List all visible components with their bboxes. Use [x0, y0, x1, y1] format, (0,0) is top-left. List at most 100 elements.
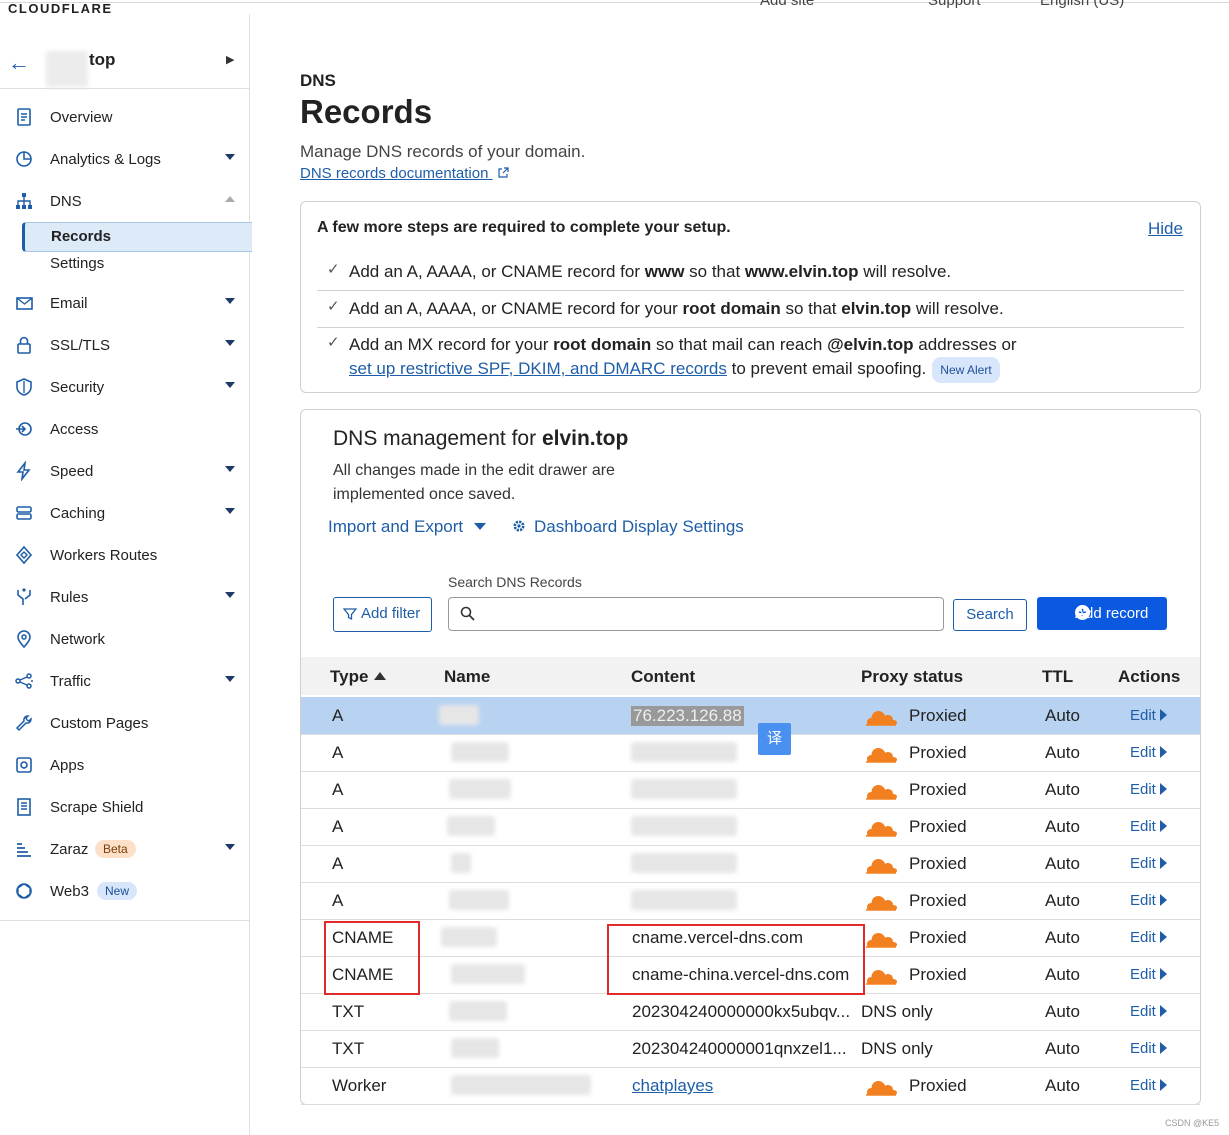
edit-record-button[interactable]: Edit	[1130, 1003, 1167, 1020]
chevron-up-icon[interactable]	[225, 196, 235, 202]
sidebar-item-label: Apps	[50, 757, 85, 774]
support-link[interactable]: Support	[928, 0, 981, 9]
proxy-status[interactable]: Proxied	[864, 779, 1004, 801]
content-redacted	[631, 816, 737, 836]
dns-record-row[interactable]: A Proxied Auto Edit	[301, 882, 1200, 920]
sidebar-item-label: Scrape Shield	[50, 799, 144, 816]
chevron-right-icon	[1159, 1042, 1167, 1054]
proxy-status[interactable]: Proxied	[864, 890, 1004, 912]
sidebar-item-scrape-shield[interactable]: Scrape Shield	[0, 793, 249, 823]
dns-record-row[interactable]: A 76.223.126.88 Proxied Auto Edit	[301, 697, 1200, 735]
sort-ascending-icon	[374, 672, 387, 680]
dns-record-row[interactable]: TXT 202304240000000kx5ubqv... DNS only Auto…	[301, 993, 1200, 1031]
edit-record-button[interactable]: Edit	[1130, 781, 1167, 798]
sidebar-item-rules[interactable]: Rules	[0, 583, 249, 613]
edit-record-button[interactable]: Edit	[1130, 744, 1167, 761]
content-redacted	[631, 742, 737, 762]
edit-record-button[interactable]: Edit	[1130, 707, 1167, 724]
proxy-status-column-header[interactable]: Proxy status	[861, 667, 963, 687]
sidebar-item-ssl-tls[interactable]: SSL/TLS	[0, 331, 249, 361]
add-site-link[interactable]: Add site	[760, 0, 814, 9]
sidebar-item-label: Network	[50, 631, 106, 648]
dashboard-display-settings[interactable]: Dashboard Display Settings	[512, 517, 744, 537]
dns-docs-link[interactable]: DNS records documentation	[300, 165, 509, 182]
domain-name[interactable]: top	[89, 50, 115, 70]
ttl-column-header[interactable]: TTL	[1042, 667, 1073, 687]
actions-column-header: Actions	[1118, 667, 1181, 686]
proxy-status[interactable]: Proxied	[864, 964, 1004, 986]
chevron-down-icon[interactable]	[225, 154, 235, 160]
sidebar-item-email[interactable]: Email	[0, 289, 249, 319]
chart-pie-icon	[16, 151, 32, 167]
record-ttl: Auto	[1045, 1002, 1080, 1021]
dns-record-row[interactable]: A Proxied Auto Edit	[301, 808, 1200, 846]
hide-setup-link[interactable]: Hide	[1148, 219, 1183, 239]
proxy-status[interactable]: Proxied	[864, 742, 1004, 764]
proxy-status[interactable]: Proxied	[864, 927, 1004, 949]
proxy-status-label: Proxied	[909, 854, 967, 873]
sidebar-subitem-records[interactable]: Records	[22, 222, 252, 252]
edit-record-button[interactable]: Edit	[1130, 929, 1167, 946]
dns-record-row[interactable]: A Proxied Auto Edit	[301, 845, 1200, 883]
chevron-down-icon[interactable]	[225, 844, 235, 850]
proxy-status[interactable]: Proxied	[864, 853, 1004, 875]
sidebar-item-web3[interactable]: Web3 New	[0, 877, 249, 907]
edit-record-button[interactable]: Edit	[1130, 1040, 1167, 1057]
sidebar-item-access[interactable]: Access	[0, 415, 249, 445]
sidebar-item-traffic[interactable]: Traffic	[0, 667, 249, 697]
sidebar-item-security[interactable]: Security	[0, 373, 249, 403]
edit-record-button[interactable]: Edit	[1130, 1077, 1167, 1094]
sidebar-item-custom-pages[interactable]: Custom Pages	[0, 709, 249, 739]
chevron-down-icon[interactable]	[225, 592, 235, 598]
sidebar-item-apps[interactable]: Apps	[0, 751, 249, 781]
record-content: 76.223.126.88	[631, 706, 744, 726]
add-record-button[interactable]: + Add record	[1037, 597, 1167, 630]
dns-record-row[interactable]: TXT 202304240000001qnxzel1... DNS only Auto…	[301, 1030, 1200, 1068]
proxy-status[interactable]: Proxied	[864, 1075, 1004, 1097]
dns-record-row[interactable]: Worker chatplayes Proxied Auto Edit	[301, 1067, 1200, 1105]
edit-record-button[interactable]: Edit	[1130, 855, 1167, 872]
search-dns-input[interactable]	[448, 597, 944, 631]
edit-record-button[interactable]: Edit	[1130, 892, 1167, 909]
chevron-down-icon[interactable]	[225, 382, 235, 388]
sidebar-item-network[interactable]: Network	[0, 625, 249, 655]
type-column-header[interactable]: Type	[330, 667, 387, 687]
step-divider	[317, 327, 1184, 328]
name-redacted	[451, 853, 471, 873]
sidebar-item-caching[interactable]: Caching	[0, 499, 249, 529]
sidebar-item-label: Zaraz	[50, 841, 89, 858]
chevron-down-icon[interactable]	[225, 466, 235, 472]
record-content-link[interactable]: chatplayes	[632, 1076, 713, 1096]
chevron-right-icon	[1159, 1079, 1167, 1091]
back-arrow-icon[interactable]: ←	[8, 50, 30, 76]
sidebar-item-analytics-logs[interactable]: Analytics & Logs	[0, 145, 249, 175]
chevron-down-icon[interactable]	[225, 676, 235, 682]
sidebar-subitem-settings[interactable]: Settings	[22, 250, 249, 278]
sidebar-item-workers-routes[interactable]: Workers Routes	[0, 541, 249, 571]
email-security-link[interactable]: set up restrictive SPF, DKIM, and DMARC …	[349, 359, 727, 378]
proxy-status[interactable]: Proxied	[864, 816, 1004, 838]
import-export-dropdown[interactable]: Import and Export	[328, 517, 486, 537]
beta-badge: Beta	[95, 840, 136, 858]
chevron-right-icon	[1159, 894, 1167, 906]
content-column-header[interactable]: Content	[631, 667, 695, 687]
dns-record-row[interactable]: A Proxied Auto Edit	[301, 734, 1200, 772]
edit-record-button[interactable]: Edit	[1130, 966, 1167, 983]
sidebar-item-dns[interactable]: DNS	[0, 187, 249, 217]
sidebar-item-zaraz[interactable]: Zaraz Beta	[0, 835, 249, 865]
domain-switch-caret-icon[interactable]: ▶	[226, 53, 234, 66]
chevron-down-icon[interactable]	[225, 508, 235, 514]
sidebar-item-overview[interactable]: Overview	[0, 103, 249, 133]
search-button[interactable]: Search	[953, 599, 1027, 631]
dns-record-row[interactable]: A Proxied Auto Edit	[301, 771, 1200, 809]
add-filter-button[interactable]: Add filter	[333, 597, 432, 632]
chevron-down-icon[interactable]	[225, 298, 235, 304]
language-link[interactable]: English (US)	[1040, 0, 1124, 9]
chevron-down-icon[interactable]	[225, 340, 235, 346]
name-redacted	[439, 705, 479, 725]
edit-record-button[interactable]: Edit	[1130, 818, 1167, 835]
proxy-status[interactable]: Proxied	[864, 705, 1004, 727]
translate-button[interactable]: 译	[758, 723, 791, 755]
sidebar-item-speed[interactable]: Speed	[0, 457, 249, 487]
name-column-header[interactable]: Name	[444, 667, 490, 687]
